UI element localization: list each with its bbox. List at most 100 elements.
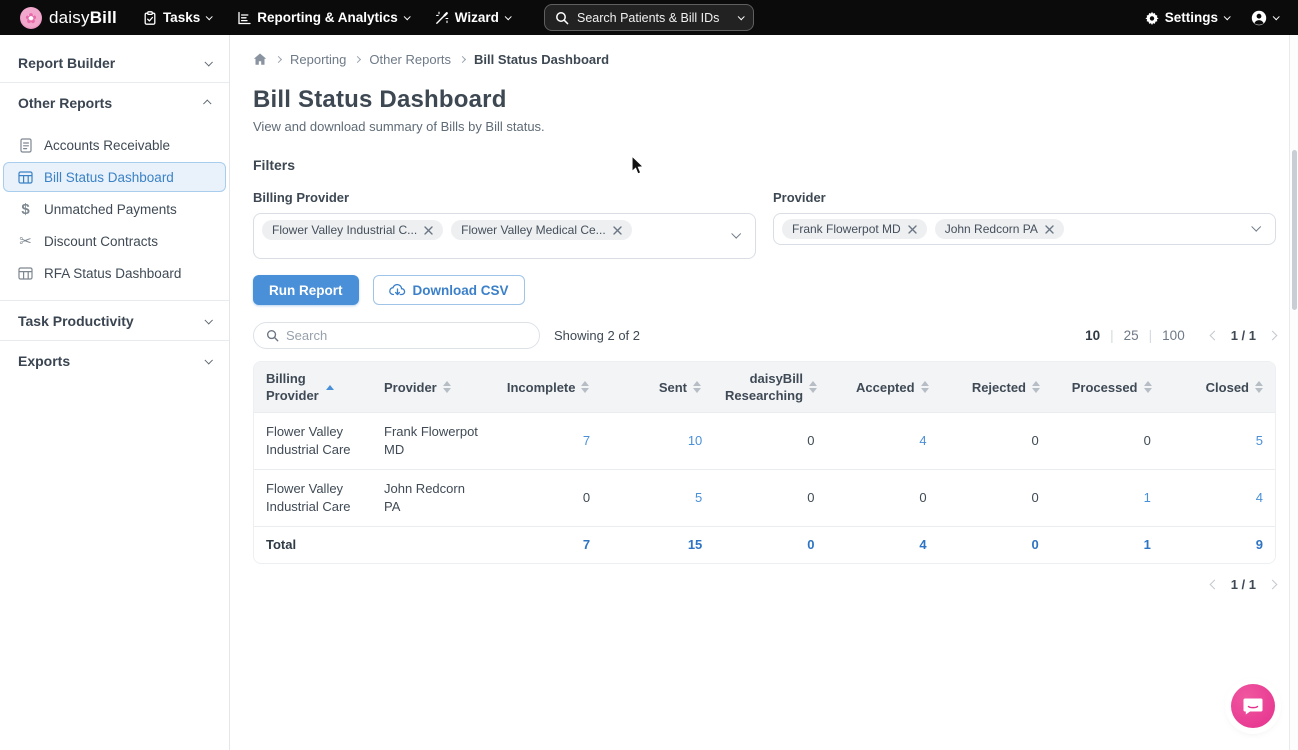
col-daisybill-researching[interactable]: daisyBill Researching [713,362,829,412]
cell-rejected: 0 [939,413,1051,469]
table-row: Flower Valley Industrial Care Frank Flow… [254,412,1275,469]
menu-tasks[interactable]: Tasks [143,10,211,25]
col-billing-provider[interactable]: Billing Provider [254,362,372,412]
next-page-icon[interactable] [1268,580,1278,590]
sort-icon [1144,381,1152,393]
col-rejected[interactable]: Rejected [941,362,1053,412]
cloud-download-icon [389,283,406,297]
remove-chip-icon[interactable] [1045,225,1054,234]
count-link[interactable]: 0 [1031,536,1038,554]
chevron-up-icon [203,99,211,107]
table-icon [17,267,34,280]
total-processed: 1 [1051,527,1163,563]
table-search-input[interactable] [286,328,527,343]
download-csv-button[interactable]: Download CSV [373,275,525,305]
col-incomplete[interactable]: Incomplete [490,362,601,412]
menu-wizard[interactable]: Wizard [435,10,510,25]
sidebar-section-other-reports[interactable]: Other Reports [0,83,229,122]
cell-rejected: 0 [939,470,1051,526]
filters-heading: Filters [253,157,1276,173]
global-search[interactable]: Search Patients & Bill IDs [544,4,754,31]
sidebar-item-unmatched-payments[interactable]: $ Unmatched Payments [3,194,226,224]
count-link[interactable]: 1 [1144,489,1151,507]
sidebar-item-rfa-status-dashboard[interactable]: RFA Status Dashboard [3,258,226,288]
col-closed[interactable]: Closed [1164,362,1276,412]
chevron-down-icon[interactable] [1251,222,1261,232]
sidebar-section-report-builder[interactable]: Report Builder [0,43,229,82]
count-link[interactable]: 7 [583,536,590,554]
scrollbar-thumb[interactable] [1292,150,1297,310]
chevron-down-icon[interactable] [731,229,741,239]
cell-accepted: 0 [826,470,938,526]
prev-page-icon[interactable] [1209,331,1219,341]
count-link[interactable]: 5 [1256,432,1263,450]
vertical-scrollbar[interactable] [1289,35,1298,750]
column-label: Processed [1072,379,1138,396]
col-accepted[interactable]: Accepted [829,362,940,412]
sidebar-item-bill-status-dashboard[interactable]: Bill Status Dashboard [3,162,226,192]
col-provider[interactable]: Provider [372,362,490,412]
breadcrumb-other-reports[interactable]: Other Reports [369,52,451,67]
next-page-icon[interactable] [1268,331,1278,341]
count-link[interactable]: 7 [583,432,590,450]
page-size-25[interactable]: 25 [1124,328,1139,343]
breadcrumb-reporting[interactable]: Reporting [290,52,346,67]
count-link[interactable]: 4 [1256,489,1263,507]
menu-reporting-analytics[interactable]: Reporting & Analytics [237,10,409,25]
sidebar-section-task-productivity[interactable]: Task Productivity [0,301,229,340]
global-search-label: Search Patients & Bill IDs [577,11,730,25]
download-csv-label: Download CSV [413,283,509,298]
count-link[interactable]: 15 [688,536,702,554]
sort-icon [1032,381,1040,393]
billing-provider-select[interactable]: Flower Valley Industrial C... Flower Val… [253,213,756,259]
breadcrumb-separator-icon [275,56,282,63]
count-link[interactable]: 4 [919,432,926,450]
provider-select[interactable]: Frank Flowerpot MD John Redcorn PA [773,213,1276,245]
count-value: 0 [807,489,814,507]
chip-label: Flower Valley Industrial C... [272,223,417,237]
run-report-button[interactable]: Run Report [253,275,359,305]
daisybill-logo[interactable]: ✿ daisyBill [20,7,117,29]
section-label: Task Productivity [18,313,134,329]
count-value: 0 [1031,432,1038,450]
prev-page-icon[interactable] [1209,580,1219,590]
count-link[interactable]: 10 [688,432,702,450]
column-label: Accepted [856,379,915,396]
sidebar-item-label: Bill Status Dashboard [44,170,174,185]
chevron-down-icon [505,13,512,20]
analytics-chart-icon [237,11,251,25]
sidebar-section-exports[interactable]: Exports [0,341,229,380]
remove-chip-icon[interactable] [424,226,433,235]
sidebar-item-discount-contracts[interactable]: ✂ Discount Contracts [3,226,226,256]
sort-icon [1255,381,1263,393]
col-processed[interactable]: Processed [1052,362,1163,412]
page-size-10[interactable]: 10 [1085,328,1100,343]
cell-billing-provider: Flower Valley Industrial Care [254,413,372,469]
remove-chip-icon[interactable] [613,226,622,235]
count-link[interactable]: 1 [1144,536,1151,554]
other-reports-items: Accounts Receivable Bill Status Dashboar… [0,122,229,300]
filter-chip: Frank Flowerpot MD [782,219,927,239]
home-icon[interactable] [253,53,267,66]
sidebar: Report Builder Other Reports Accounts Re… [0,35,230,750]
scissors-icon: ✂ [17,232,34,250]
sort-asc-icon [326,385,334,390]
account-menu[interactable] [1251,10,1278,26]
page-size-100[interactable]: 100 [1162,328,1185,343]
chat-launcher-button[interactable] [1231,684,1275,728]
count-link[interactable]: 0 [807,536,814,554]
cell-provider: John Redcorn PA [372,470,490,526]
chip-label: Frank Flowerpot MD [792,222,901,236]
breadcrumb: Reporting Other Reports Bill Status Dash… [253,52,1276,67]
section-label: Exports [18,353,70,369]
wand-icon [435,11,449,25]
remove-chip-icon[interactable] [908,225,917,234]
menu-settings[interactable]: Settings [1145,10,1229,25]
sidebar-item-accounts-receivable[interactable]: Accounts Receivable [3,130,226,160]
count-link[interactable]: 9 [1256,536,1263,554]
count-link[interactable]: 4 [919,536,926,554]
menu-tasks-label: Tasks [163,10,200,25]
table-search[interactable] [253,322,540,349]
col-sent[interactable]: Sent [601,362,713,412]
count-link[interactable]: 5 [695,489,702,507]
